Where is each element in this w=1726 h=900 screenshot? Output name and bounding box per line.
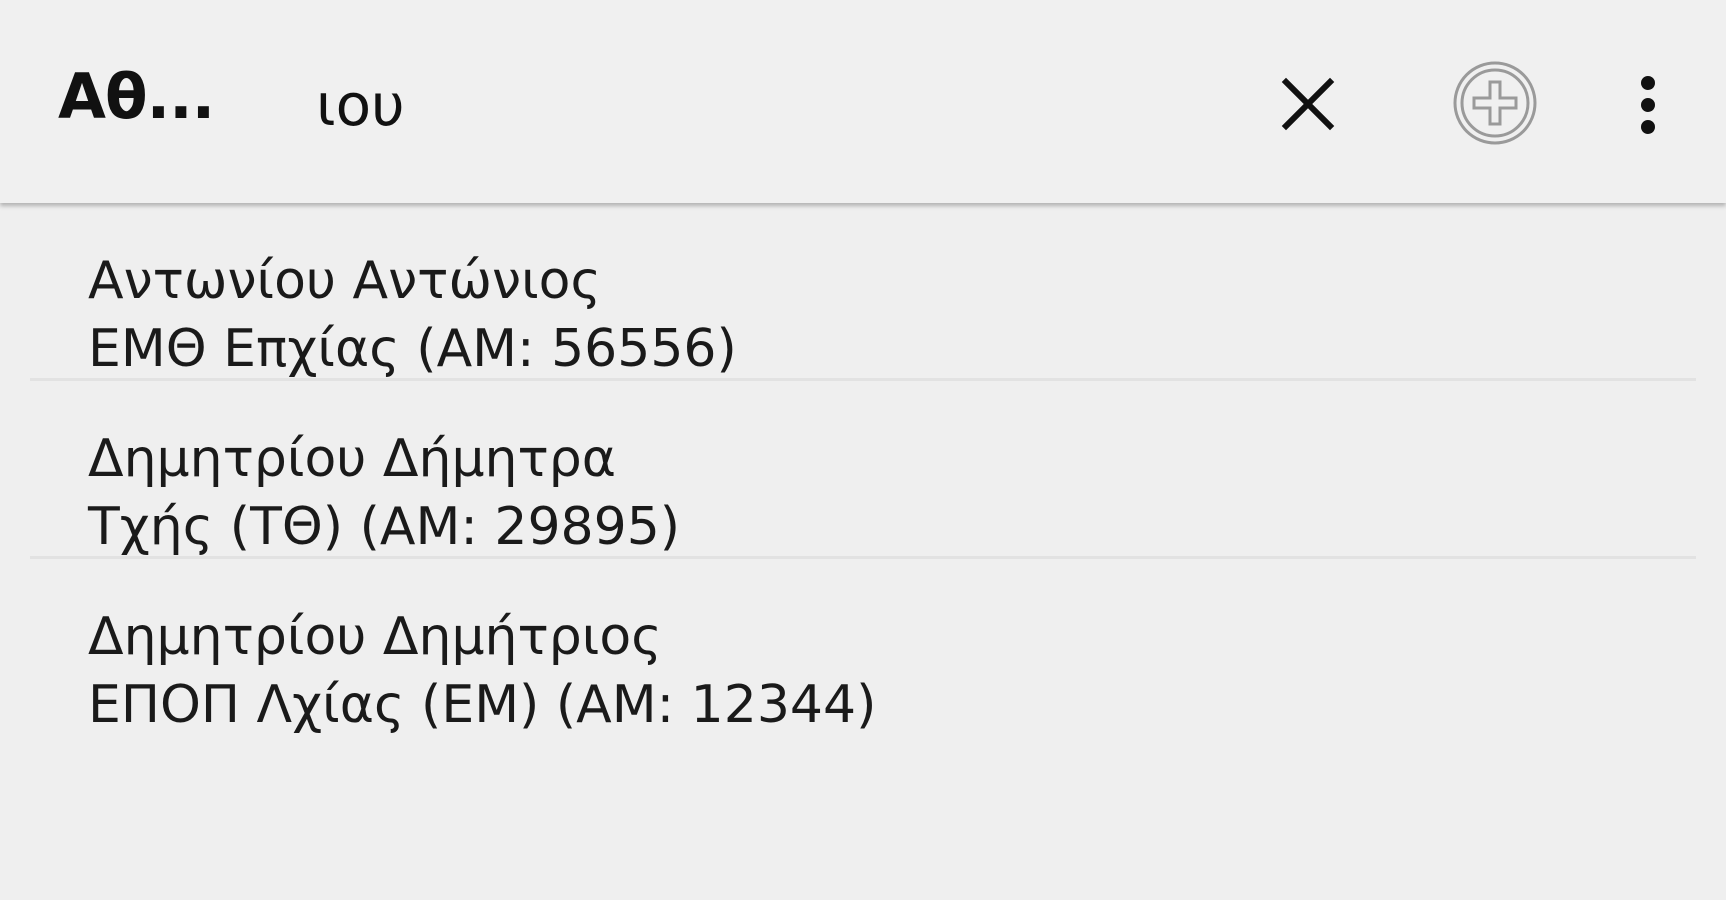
person-name: Δημητρίου Δήμητρα [88, 429, 617, 489]
app-toolbar: Αθ... [0, 0, 1726, 203]
person-detail: Τχής (ΤΘ) (ΑΜ: 29895) [88, 497, 681, 557]
list-item[interactable]: Δημητρίου Δήμητρα Τχής (ΤΘ) (ΑΜ: 29895) [0, 381, 1726, 556]
add-button[interactable] [1452, 60, 1538, 146]
person-detail: ΕΜΘ Επχίας (ΑΜ: 56556) [88, 319, 737, 379]
person-name: Αντωνίου Αντώνιος [88, 251, 601, 311]
overflow-menu-button[interactable] [1620, 66, 1676, 144]
list-item[interactable]: Δημητρίου Δημήτριος ΕΠΟΠ Λχίας (ΕΜ) (ΑΜ:… [0, 559, 1726, 734]
list-item[interactable]: Αντωνίου Αντώνιος ΕΜΘ Επχίας (ΑΜ: 56556) [0, 203, 1726, 378]
close-icon [1281, 77, 1335, 131]
person-name: Δημητρίου Δημήτριος [88, 607, 662, 667]
app-title: Αθ... [58, 60, 215, 133]
results-list: Αντωνίου Αντώνιος ΕΜΘ Επχίας (ΑΜ: 56556)… [0, 203, 1726, 734]
more-vert-icon [1641, 76, 1655, 134]
add-circle-icon [1453, 61, 1537, 145]
clear-search-button[interactable] [1268, 64, 1348, 144]
person-detail: ΕΠΟΠ Λχίας (ΕΜ) (ΑΜ: 12344) [88, 675, 877, 735]
search-input[interactable] [316, 68, 1216, 142]
